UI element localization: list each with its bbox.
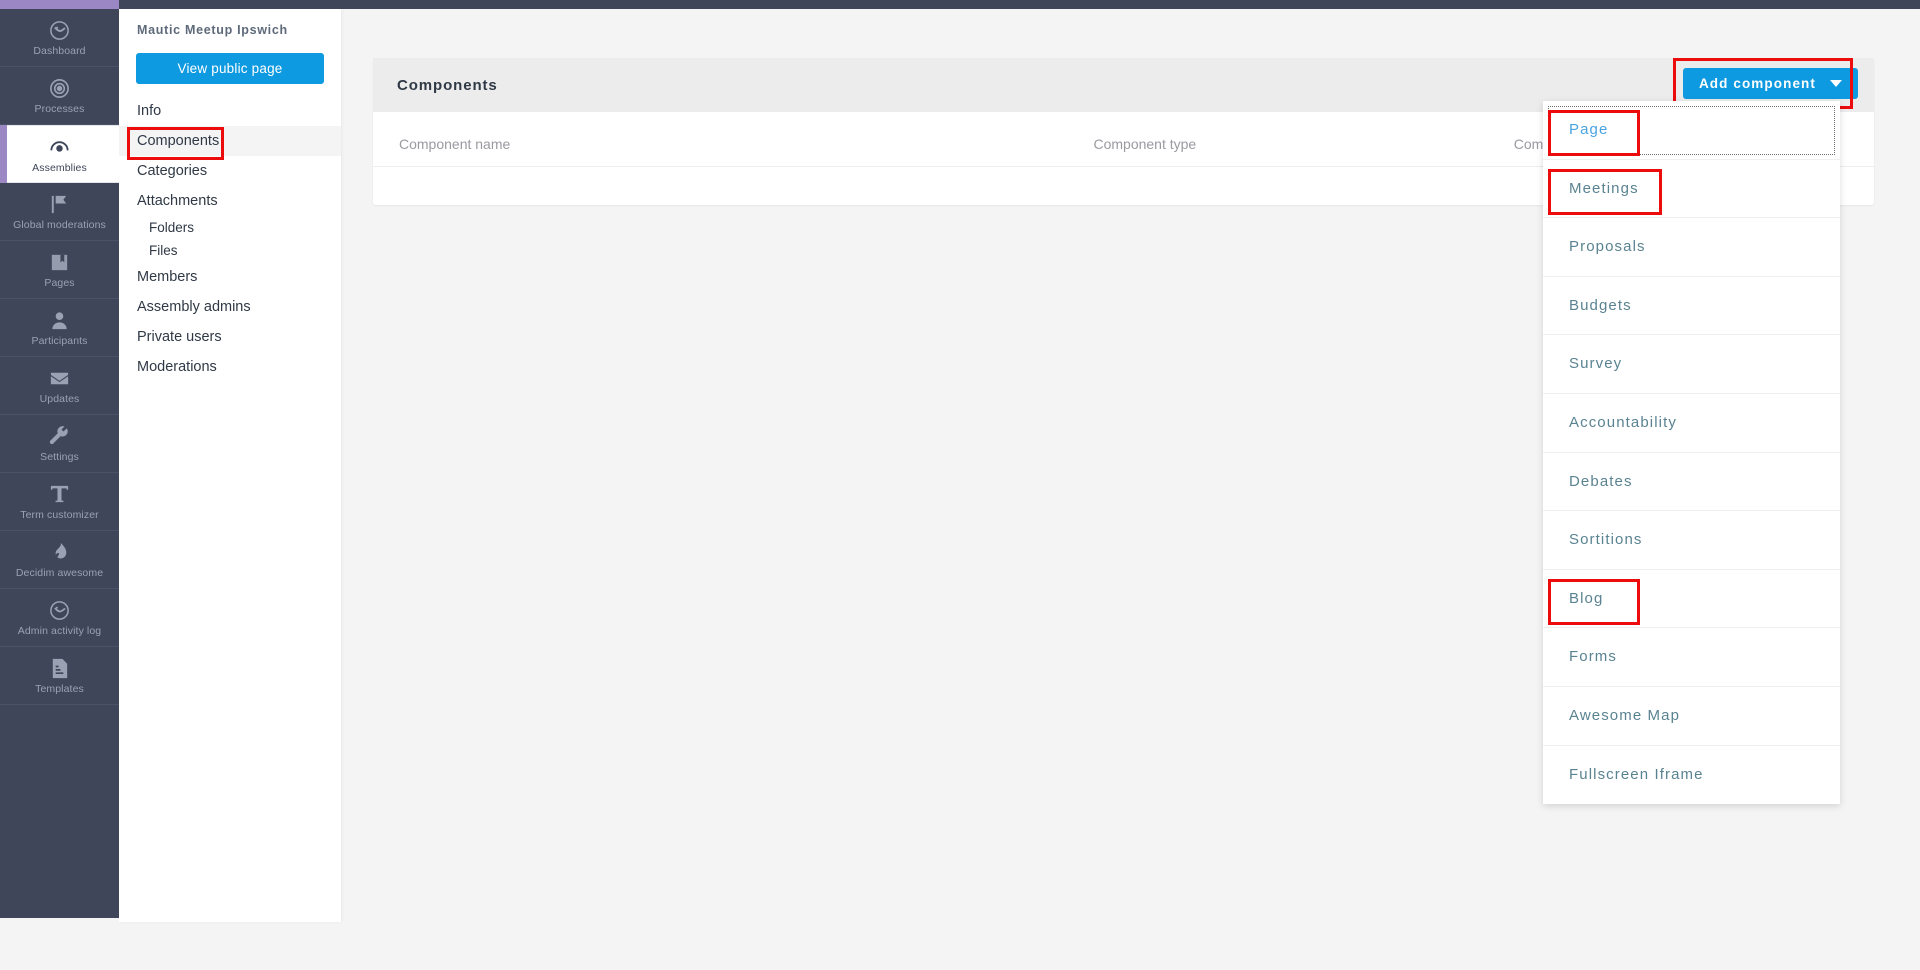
- sidebar-spacer: [0, 705, 119, 775]
- secondary-sidebar: Mautic Meetup Ipswich View public page I…: [119, 9, 341, 922]
- sidebar-item-label: Updates: [40, 393, 80, 405]
- secondary-nav-item-folders[interactable]: Folders: [119, 216, 341, 239]
- dropdown-item-label: Survey: [1569, 355, 1622, 372]
- wrench-icon: [48, 424, 72, 448]
- view-public-page-button[interactable]: View public page: [136, 53, 324, 84]
- secondary-nav-item-label: Folders: [149, 220, 194, 235]
- dropdown-item-label: Blog: [1569, 590, 1603, 607]
- secondary-nav-item-moderations[interactable]: Moderations: [119, 352, 341, 382]
- sidebar-item-label: Templates: [35, 683, 84, 695]
- dropdown-item-forms[interactable]: Forms: [1543, 628, 1840, 687]
- sidebar-item-pages[interactable]: Pages: [0, 241, 119, 299]
- sidebar-item-dashboard[interactable]: Dashboard: [0, 9, 119, 67]
- sidebar-item-decidim-awesome[interactable]: Decidim awesome: [0, 531, 119, 589]
- dropdown-item-label: Sortitions: [1569, 531, 1643, 548]
- secondary-nav-item-assembly-admins[interactable]: Assembly admins: [119, 292, 341, 322]
- secondary-nav-item-info[interactable]: Info: [119, 96, 341, 126]
- book-icon: [48, 250, 72, 274]
- secondary-nav-item-label: Attachments: [137, 193, 218, 209]
- person-icon: [48, 308, 72, 332]
- column-header-component-name: Component name: [373, 112, 1093, 167]
- activity-globe-icon: [48, 598, 72, 622]
- column-header-component-type: Component type: [1093, 112, 1513, 167]
- assembly-title: Mautic Meetup Ipswich: [119, 9, 341, 51]
- add-component-wrap: Add component: [1683, 68, 1858, 99]
- dropdown-item-survey[interactable]: Survey: [1543, 335, 1840, 394]
- dropdown-item-budgets[interactable]: Budgets: [1543, 277, 1840, 336]
- sidebar-item-label: Settings: [40, 451, 79, 463]
- sidebar-item-templates[interactable]: Templates: [0, 647, 119, 705]
- sidebar-item-settings[interactable]: Settings: [0, 415, 119, 473]
- sidebar-item-label: Global moderations: [13, 219, 106, 231]
- flame-icon: [48, 540, 72, 564]
- sidebar-item-label: Term customizer: [20, 509, 99, 521]
- dropdown-item-label: Proposals: [1569, 238, 1646, 255]
- secondary-nav-item-label: Info: [137, 103, 161, 119]
- sidebar-item-admin-activity-log[interactable]: Admin activity log: [0, 589, 119, 647]
- sidebar-item-term-customizer[interactable]: Term customizer: [0, 473, 119, 531]
- chevron-down-icon: [1830, 80, 1842, 87]
- dropdown-item-label: Accountability: [1569, 414, 1677, 431]
- envelope-icon: [48, 366, 72, 390]
- dropdown-item-label: Fullscreen Iframe: [1569, 766, 1704, 783]
- secondary-nav-item-files[interactable]: Files: [119, 239, 341, 262]
- sidebar-item-assemblies[interactable]: Assemblies: [0, 125, 119, 183]
- secondary-nav-list: Info Components Categories Attachments Folde…: [119, 96, 341, 382]
- sidebar-item-label: Assemblies: [32, 162, 87, 174]
- add-component-button[interactable]: Add component: [1683, 68, 1858, 99]
- secondary-nav-item-private-users[interactable]: Private users: [119, 322, 341, 352]
- page-title: Components: [397, 77, 498, 94]
- secondary-nav-item-attachments[interactable]: Attachments: [119, 186, 341, 216]
- sidebar-item-label: Pages: [44, 277, 74, 289]
- dropdown-item-label: Budgets: [1569, 297, 1632, 314]
- top-accent-bar: [0, 0, 1920, 9]
- assembly-arc-icon: [48, 135, 72, 159]
- dropdown-item-page[interactable]: Page: [1543, 101, 1840, 160]
- secondary-nav-item-label: Categories: [137, 163, 207, 179]
- target-circle-icon: [48, 76, 72, 100]
- secondary-nav-item-components[interactable]: Components: [119, 126, 341, 156]
- dropdown-item-label: Awesome Map: [1569, 707, 1680, 724]
- secondary-nav-item-label: Private users: [137, 329, 222, 345]
- secondary-nav-item-label: Components: [137, 133, 219, 149]
- dropdown-item-fullscreen-iframe[interactable]: Fullscreen Iframe: [1543, 746, 1840, 805]
- top-accent-purple: [0, 0, 119, 9]
- dashboard-globe-icon: [48, 18, 72, 42]
- sidebar-item-label: Dashboard: [33, 45, 85, 57]
- letter-t-icon: [48, 482, 72, 506]
- add-component-label: Add component: [1699, 76, 1816, 91]
- secondary-nav-item-label: Members: [137, 269, 197, 285]
- dropdown-item-debates[interactable]: Debates: [1543, 453, 1840, 512]
- sidebar-item-participants[interactable]: Participants: [0, 299, 119, 357]
- dropdown-item-label: Forms: [1569, 648, 1617, 665]
- secondary-nav-item-label: Assembly admins: [137, 299, 251, 315]
- document-chart-icon: [48, 656, 72, 680]
- dropdown-item-accountability[interactable]: Accountability: [1543, 394, 1840, 453]
- dropdown-item-label: Meetings: [1569, 180, 1639, 197]
- dropdown-item-awesome-map[interactable]: Awesome Map: [1543, 687, 1840, 746]
- sidebar-item-updates[interactable]: Updates: [0, 357, 119, 415]
- secondary-nav-item-label: Moderations: [137, 359, 217, 375]
- page-bottom-strip: [0, 922, 1920, 970]
- dropdown-item-blog[interactable]: Blog: [1543, 570, 1840, 629]
- secondary-nav-item-categories[interactable]: Categories: [119, 156, 341, 186]
- sidebar-item-label: Admin activity log: [18, 625, 102, 637]
- add-component-dropdown-menu: Page Meetings Proposals Budgets Survey Accoun…: [1543, 101, 1840, 804]
- dropdown-item-sortitions[interactable]: Sortitions: [1543, 511, 1840, 570]
- dropdown-item-proposals[interactable]: Proposals: [1543, 218, 1840, 277]
- secondary-nav-item-label: Files: [149, 243, 178, 258]
- sidebar-item-processes[interactable]: Processes: [0, 67, 119, 125]
- sidebar-item-label: Decidim awesome: [16, 567, 103, 579]
- sidebar-item-label: Participants: [31, 335, 87, 347]
- primary-sidebar: Dashboard Processes Assemblies Global moder…: [0, 9, 119, 918]
- dropdown-item-meetings[interactable]: Meetings: [1543, 160, 1840, 219]
- sidebar-item-label: Processes: [35, 103, 85, 115]
- dropdown-item-label: Debates: [1569, 473, 1633, 490]
- sidebar-item-global-moderations[interactable]: Global moderations: [0, 183, 119, 241]
- flag-icon: [48, 192, 72, 216]
- secondary-nav-item-members[interactable]: Members: [119, 262, 341, 292]
- dropdown-item-label: Page: [1569, 121, 1608, 138]
